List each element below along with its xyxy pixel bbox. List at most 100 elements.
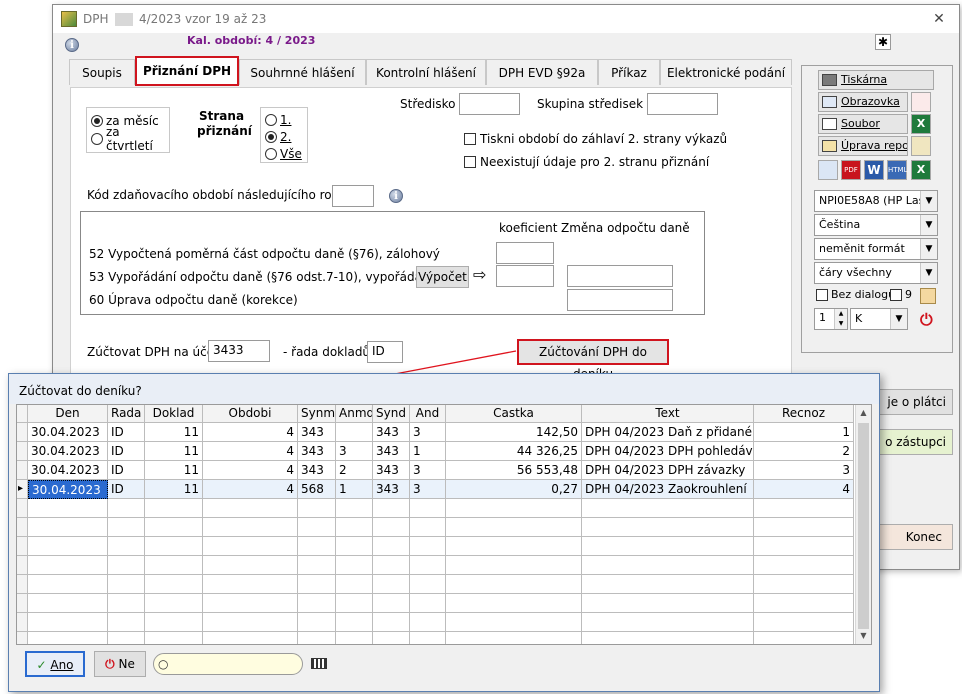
cell-castka[interactable]: 0,27 [446,480,582,499]
empty-cell[interactable] [754,613,854,632]
empty-cell[interactable] [108,499,145,518]
empty-cell[interactable] [145,613,203,632]
empty-cell[interactable] [336,575,373,594]
cell-rada[interactable]: ID [108,461,145,480]
empty-cell[interactable] [410,499,446,518]
vertical-scrollbar[interactable]: ▲ ▼ [855,405,871,644]
cell-den[interactable]: 30.04.2023 [28,480,108,499]
empty-cell[interactable] [754,499,854,518]
cell-castka[interactable]: 44 326,25 [446,442,582,461]
scroll-up-icon[interactable]: ▲ [856,405,871,421]
empty-cell[interactable] [582,537,754,556]
cell-castka[interactable]: 56 553,48 [446,461,582,480]
cell-rada[interactable]: ID [108,480,145,499]
empty-cell[interactable] [298,613,336,632]
cell-anmd[interactable] [336,423,373,442]
empty-cell[interactable] [28,594,108,613]
empty-cell[interactable] [582,632,754,644]
empty-cell[interactable] [108,537,145,556]
empty-cell[interactable] [446,632,582,644]
empty-cell[interactable] [203,594,298,613]
column-header-obdobi[interactable]: Obdobi [203,405,298,423]
empty-cell[interactable] [754,594,854,613]
empty-cell[interactable] [336,632,373,644]
empty-cell[interactable] [298,594,336,613]
grid-settings-icon[interactable] [311,658,327,669]
empty-cell[interactable] [373,556,410,575]
cell-anmd[interactable]: 1 [336,480,373,499]
empty-cell[interactable] [582,594,754,613]
empty-cell[interactable] [446,556,582,575]
cell-recnoz[interactable]: 3 [754,461,854,480]
empty-cell[interactable] [108,518,145,537]
empty-cell[interactable] [145,537,203,556]
empty-cell[interactable] [145,499,203,518]
empty-cell[interactable] [446,537,582,556]
cell-synmd[interactable]: 343 [298,423,336,442]
empty-cell[interactable] [298,556,336,575]
cell-synd[interactable]: 343 [373,480,410,499]
empty-cell[interactable] [203,613,298,632]
cell-and[interactable]: 3 [410,461,446,480]
cell-obdobi[interactable]: 4 [203,423,298,442]
empty-cell[interactable] [108,632,145,644]
empty-cell[interactable] [373,632,410,644]
empty-cell[interactable] [108,575,145,594]
cell-and[interactable]: 3 [410,423,446,442]
empty-cell[interactable] [410,556,446,575]
cell-doklad[interactable]: 11 [145,480,203,499]
cell-recnoz[interactable]: 4 [754,480,854,499]
empty-cell[interactable] [203,575,298,594]
empty-cell[interactable] [582,499,754,518]
empty-cell[interactable] [410,575,446,594]
empty-cell[interactable] [373,613,410,632]
empty-cell[interactable] [298,499,336,518]
cell-rada[interactable]: ID [108,423,145,442]
empty-cell[interactable] [145,632,203,644]
empty-cell[interactable] [28,499,108,518]
cell-rada[interactable]: ID [108,442,145,461]
cell-text[interactable]: DPH 04/2023 DPH pohledávk [582,442,754,461]
column-header-recnoz[interactable]: Recnoz [754,405,854,423]
empty-cell[interactable] [28,537,108,556]
column-header-doklad[interactable]: Doklad [145,405,203,423]
empty-cell[interactable] [336,499,373,518]
empty-cell[interactable] [336,556,373,575]
empty-cell[interactable] [582,556,754,575]
empty-cell[interactable] [298,537,336,556]
cell-synd[interactable]: 343 [373,423,410,442]
column-header-castka[interactable]: Castka [446,405,582,423]
cell-recnoz[interactable]: 1 [754,423,854,442]
empty-cell[interactable] [582,575,754,594]
empty-cell[interactable] [410,594,446,613]
empty-cell[interactable] [203,518,298,537]
empty-cell[interactable] [446,594,582,613]
cell-synd[interactable]: 343 [373,461,410,480]
search-input[interactable]: ○ [153,653,303,675]
column-header-synmd[interactable]: Synmd [298,405,336,423]
empty-cell[interactable] [373,594,410,613]
ne-button[interactable]: ⏻ Ne [94,651,146,677]
cell-synmd[interactable]: 568 [298,480,336,499]
empty-cell[interactable] [446,575,582,594]
cell-synmd[interactable]: 343 [298,442,336,461]
empty-cell[interactable] [108,594,145,613]
empty-cell[interactable] [754,537,854,556]
cell-anmd[interactable]: 2 [336,461,373,480]
scroll-thumb[interactable] [858,423,869,629]
empty-cell[interactable] [410,613,446,632]
empty-cell[interactable] [582,613,754,632]
cell-den[interactable]: 30.04.2023 [28,461,108,480]
empty-cell[interactable] [203,632,298,644]
cell-synmd[interactable]: 343 [298,461,336,480]
cell-obdobi[interactable]: 4 [203,480,298,499]
empty-cell[interactable] [203,499,298,518]
journal-grid[interactable]: DenRadaDokladObdobiSynmdAnmdSyndAndCastk… [16,404,872,645]
empty-cell[interactable] [298,632,336,644]
empty-cell[interactable] [373,575,410,594]
ano-button[interactable]: ✓ Ano [25,651,85,677]
empty-cell[interactable] [108,556,145,575]
empty-cell[interactable] [145,518,203,537]
empty-cell[interactable] [410,632,446,644]
empty-cell[interactable] [298,575,336,594]
